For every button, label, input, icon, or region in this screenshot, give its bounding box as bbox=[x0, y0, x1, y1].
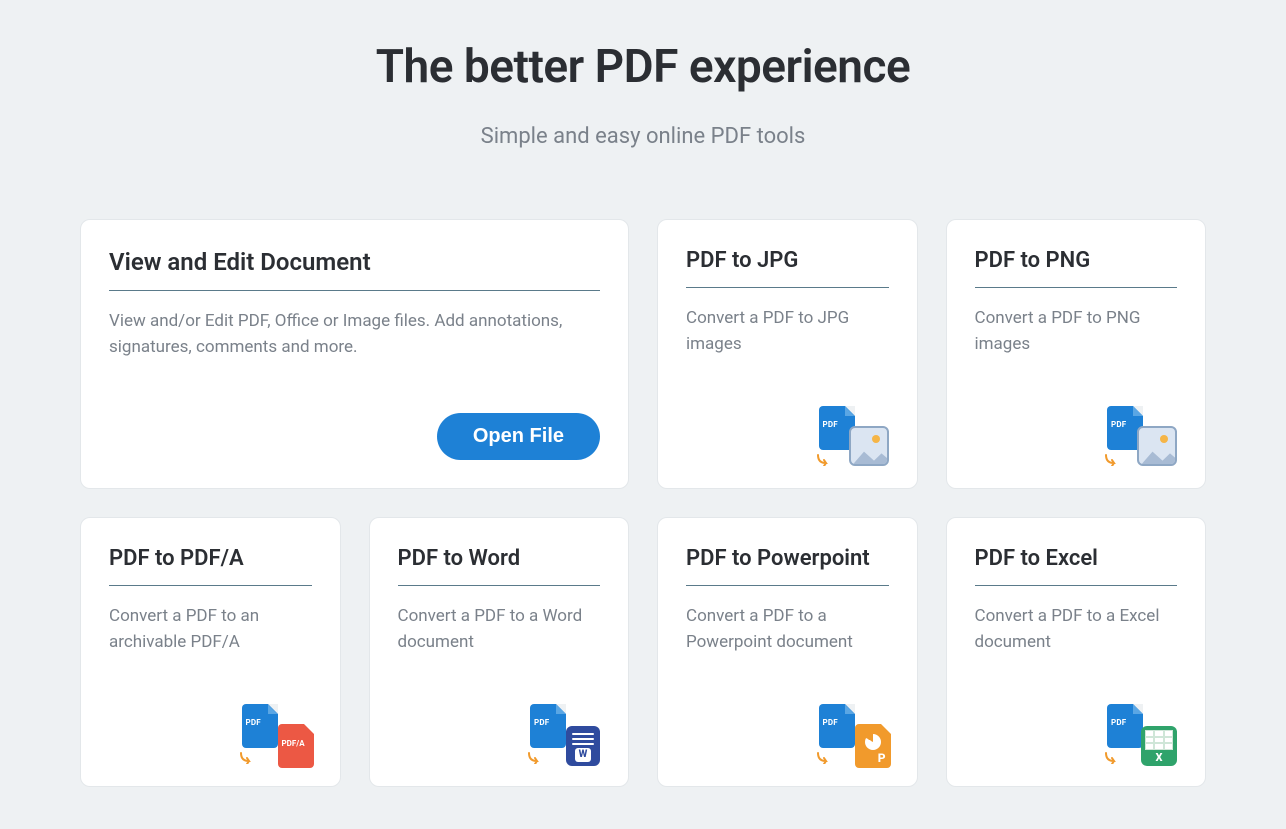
card-title: PDF to PNG bbox=[975, 248, 1178, 288]
card-title: PDF to Word bbox=[398, 546, 601, 586]
pdf-to-pdfa-icon: PDF PDF/A bbox=[242, 704, 312, 764]
pdf-badge: PDF bbox=[1111, 420, 1126, 429]
tools-grid: View and Edit Document View and/or Edit … bbox=[80, 219, 1206, 787]
pdf-to-word-icon: PDF W bbox=[530, 704, 600, 764]
card-pdf-to-jpg[interactable]: PDF to JPG Convert a PDF to JPG images P… bbox=[657, 219, 918, 489]
pdf-badge: PDF bbox=[246, 718, 261, 727]
card-desc: Convert a PDF to JPG images bbox=[686, 306, 889, 357]
card-desc: Convert a PDF to PNG images bbox=[975, 306, 1178, 357]
page-title: The better PDF experience bbox=[80, 40, 1206, 94]
card-title: PDF to Powerpoint bbox=[686, 546, 889, 586]
pdf-badge: PDF bbox=[823, 420, 838, 429]
card-title: PDF to PDF/A bbox=[109, 546, 312, 586]
card-title: PDF to JPG bbox=[686, 248, 889, 288]
card-view-edit[interactable]: View and Edit Document View and/or Edit … bbox=[80, 219, 629, 489]
card-pdf-to-pdfa[interactable]: PDF to PDF/A Convert a PDF to an archiva… bbox=[80, 517, 341, 787]
pdf-to-excel-icon: PDF X bbox=[1107, 704, 1177, 764]
open-file-button[interactable]: Open File bbox=[437, 413, 600, 460]
pdfa-badge: PDF/A bbox=[282, 739, 305, 748]
pdf-to-ppt-icon: PDF P bbox=[819, 704, 889, 764]
pdf-badge: PDF bbox=[1111, 718, 1126, 727]
card-desc: Convert a PDF to an archivable PDF/A bbox=[109, 604, 312, 655]
card-pdf-to-powerpoint[interactable]: PDF to Powerpoint Convert a PDF to a Pow… bbox=[657, 517, 918, 787]
pdf-to-image-icon: PDF bbox=[1107, 406, 1177, 466]
card-desc: Convert a PDF to a Word document bbox=[398, 604, 601, 655]
pdf-to-image-icon: PDF bbox=[819, 406, 889, 466]
card-pdf-to-excel[interactable]: PDF to Excel Convert a PDF to a Excel do… bbox=[946, 517, 1207, 787]
card-title: PDF to Excel bbox=[975, 546, 1178, 586]
card-title: View and Edit Document bbox=[109, 248, 600, 291]
card-desc: Convert a PDF to a Excel document bbox=[975, 604, 1178, 655]
card-desc: View and/or Edit PDF, Office or Image fi… bbox=[109, 309, 600, 360]
pdf-badge: PDF bbox=[823, 718, 838, 727]
card-pdf-to-png[interactable]: PDF to PNG Convert a PDF to PNG images P… bbox=[946, 219, 1207, 489]
page-subtitle: Simple and easy online PDF tools bbox=[80, 124, 1206, 149]
card-desc: Convert a PDF to a Powerpoint document bbox=[686, 604, 889, 655]
card-pdf-to-word[interactable]: PDF to Word Convert a PDF to a Word docu… bbox=[369, 517, 630, 787]
hero: The better PDF experience Simple and eas… bbox=[80, 40, 1206, 149]
pdf-badge: PDF bbox=[534, 718, 549, 727]
